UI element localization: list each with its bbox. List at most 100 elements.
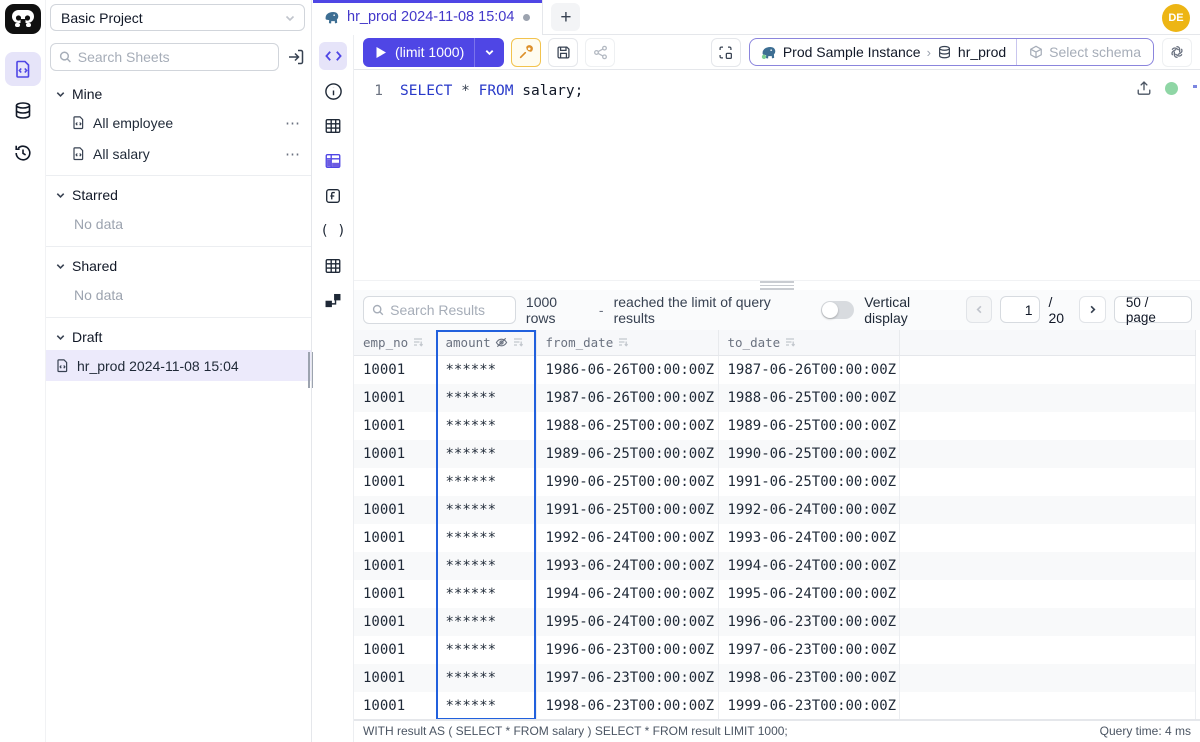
cell-to-date[interactable]: 1991-06-25T00:00:00Z	[718, 468, 899, 496]
table-row[interactable]: 10001 ****** 1993-06-24T00:00:00Z 1994-0…	[354, 552, 1196, 580]
panel-info-button[interactable]	[319, 77, 347, 105]
sheet-item-all-employee[interactable]: All employee ⋯	[46, 107, 311, 138]
cell-from-date[interactable]: 1994-06-24T00:00:00Z	[536, 580, 718, 608]
ai-assistant-button[interactable]	[1162, 38, 1192, 67]
cell-to-date[interactable]: 1988-06-25T00:00:00Z	[718, 384, 899, 412]
sql-editor[interactable]: 1 SELECT * FROM salary;	[354, 70, 1200, 280]
cell-from-date[interactable]: 1987-06-26T00:00:00Z	[536, 384, 718, 412]
sheet-item-draft-hr-prod[interactable]: hr_prod 2024-11-08 15:04	[46, 350, 311, 381]
next-page-button[interactable]	[1079, 296, 1106, 323]
cell-amount-masked[interactable]: ******	[436, 664, 536, 692]
cell-from-date[interactable]: 1988-06-25T00:00:00Z	[536, 412, 718, 440]
cell-to-date[interactable]: 1999-06-23T00:00:00Z	[718, 692, 899, 720]
sort-icon[interactable]	[784, 336, 796, 348]
table-row[interactable]: 10001 ****** 1992-06-24T00:00:00Z 1993-0…	[354, 524, 1196, 552]
cell-from-date[interactable]: 1990-06-25T00:00:00Z	[536, 468, 718, 496]
panel-procedures-button[interactable]: ( )	[319, 217, 347, 245]
import-sheet-icon[interactable]	[287, 48, 305, 66]
table-row[interactable]: 10001 ****** 1998-06-23T00:00:00Z 1999-0…	[354, 692, 1196, 720]
instance-database-breadcrumb[interactable]: Prod Sample Instance › hr_prod	[750, 44, 1016, 60]
cell-amount-masked[interactable]: ******	[436, 440, 536, 468]
run-query-button[interactable]: (limit 1000)	[363, 38, 504, 67]
cell-amount-masked[interactable]: ******	[436, 636, 536, 664]
cell-emp-no[interactable]: 10001	[354, 552, 436, 580]
cell-emp-no[interactable]: 10001	[354, 440, 436, 468]
section-starred[interactable]: Starred	[46, 182, 311, 208]
panel-schema-diagram-button[interactable]	[319, 287, 347, 315]
cell-from-date[interactable]: 1986-06-26T00:00:00Z	[536, 356, 718, 384]
run-options-caret[interactable]	[474, 38, 504, 67]
cell-emp-no[interactable]: 10001	[354, 496, 436, 524]
cell-emp-no[interactable]: 10001	[354, 580, 436, 608]
cell-to-date[interactable]: 1997-06-23T00:00:00Z	[718, 636, 899, 664]
nav-worksheets-button[interactable]	[5, 52, 41, 86]
results-search-input[interactable]	[390, 302, 507, 318]
cell-amount-masked[interactable]: ******	[436, 692, 536, 720]
page-number-input[interactable]	[1000, 296, 1040, 323]
cell-to-date[interactable]: 1989-06-25T00:00:00Z	[718, 412, 899, 440]
cell-amount-masked[interactable]: ******	[436, 356, 536, 384]
cell-to-date[interactable]: 1992-06-24T00:00:00Z	[718, 496, 899, 524]
sheet-search-input[interactable]	[78, 49, 270, 65]
cell-from-date[interactable]: 1989-06-25T00:00:00Z	[536, 440, 718, 468]
cell-amount-masked[interactable]: ******	[436, 580, 536, 608]
cell-from-date[interactable]: 1993-06-24T00:00:00Z	[536, 552, 718, 580]
cell-emp-no[interactable]: 10001	[354, 636, 436, 664]
item-menu-icon[interactable]: ⋯	[285, 114, 301, 132]
sort-icon[interactable]	[512, 336, 524, 348]
panel-functions-button[interactable]	[319, 182, 347, 210]
user-avatar[interactable]: DE	[1162, 4, 1190, 32]
section-shared[interactable]: Shared	[46, 253, 311, 279]
table-row[interactable]: 10001 ****** 1988-06-25T00:00:00Z 1989-0…	[354, 412, 1196, 440]
cell-amount-masked[interactable]: ******	[436, 412, 536, 440]
bytebase-logo[interactable]	[5, 4, 41, 34]
cell-to-date[interactable]: 1995-06-24T00:00:00Z	[718, 580, 899, 608]
cell-emp-no[interactable]: 10001	[354, 356, 436, 384]
panel-masked-data-button[interactable]	[319, 147, 347, 175]
column-header-amount[interactable]: amount	[436, 330, 536, 356]
table-row[interactable]: 10001 ****** 1987-06-26T00:00:00Z 1988-0…	[354, 384, 1196, 412]
cell-from-date[interactable]: 1998-06-23T00:00:00Z	[536, 692, 718, 720]
cell-emp-no[interactable]: 10001	[354, 468, 436, 496]
panel-external-tables-button[interactable]	[319, 252, 347, 280]
sheet-item-all-salary[interactable]: All salary ⋯	[46, 138, 311, 169]
table-row[interactable]: 10001 ****** 1994-06-24T00:00:00Z 1995-0…	[354, 580, 1196, 608]
sort-icon[interactable]	[412, 336, 424, 348]
cell-from-date[interactable]: 1991-06-25T00:00:00Z	[536, 496, 718, 524]
cell-to-date[interactable]: 1996-06-23T00:00:00Z	[718, 608, 899, 636]
cell-amount-masked[interactable]: ******	[436, 384, 536, 412]
cell-emp-no[interactable]: 10001	[354, 664, 436, 692]
cell-from-date[interactable]: 1995-06-24T00:00:00Z	[536, 608, 718, 636]
save-sheet-button[interactable]	[548, 38, 578, 67]
table-row[interactable]: 10001 ****** 1989-06-25T00:00:00Z 1990-0…	[354, 440, 1196, 468]
page-size-selector[interactable]: 50 / page	[1114, 296, 1192, 323]
cell-emp-no[interactable]: 10001	[354, 608, 436, 636]
new-tab-button[interactable]: +	[551, 3, 580, 31]
cell-amount-masked[interactable]: ******	[436, 552, 536, 580]
cell-to-date[interactable]: 1993-06-24T00:00:00Z	[718, 524, 899, 552]
cell-amount-masked[interactable]: ******	[436, 608, 536, 636]
tab-hr-prod[interactable]: hr_prod 2024-11-08 15:04	[313, 0, 543, 35]
column-header-to-date[interactable]: to_date	[718, 330, 899, 356]
format-sql-button[interactable]	[511, 38, 541, 67]
column-header-emp-no[interactable]: emp_no	[354, 330, 436, 356]
panel-code-button[interactable]	[319, 42, 347, 70]
cell-to-date[interactable]: 1994-06-24T00:00:00Z	[718, 552, 899, 580]
column-header-from-date[interactable]: from_date	[536, 330, 718, 356]
cell-emp-no[interactable]: 10001	[354, 384, 436, 412]
share-sheet-button[interactable]	[585, 38, 615, 67]
panel-tables-button[interactable]	[319, 112, 347, 140]
item-menu-icon[interactable]: ⋯	[285, 145, 301, 163]
cell-from-date[interactable]: 1996-06-23T00:00:00Z	[536, 636, 718, 664]
project-selector[interactable]: Basic Project	[50, 4, 305, 31]
table-row[interactable]: 10001 ****** 1996-06-23T00:00:00Z 1997-0…	[354, 636, 1196, 664]
cell-to-date[interactable]: 1987-06-26T00:00:00Z	[718, 356, 899, 384]
nav-databases-button[interactable]	[5, 94, 41, 128]
prev-page-button[interactable]	[966, 296, 993, 323]
table-row[interactable]: 10001 ****** 1997-06-23T00:00:00Z 1998-0…	[354, 664, 1196, 692]
cell-emp-no[interactable]: 10001	[354, 524, 436, 552]
cell-amount-masked[interactable]: ******	[436, 524, 536, 552]
cell-emp-no[interactable]: 10001	[354, 412, 436, 440]
table-row[interactable]: 10001 ****** 1986-06-26T00:00:00Z 1987-0…	[354, 356, 1196, 384]
select-statement-scope-button[interactable]	[711, 38, 741, 67]
